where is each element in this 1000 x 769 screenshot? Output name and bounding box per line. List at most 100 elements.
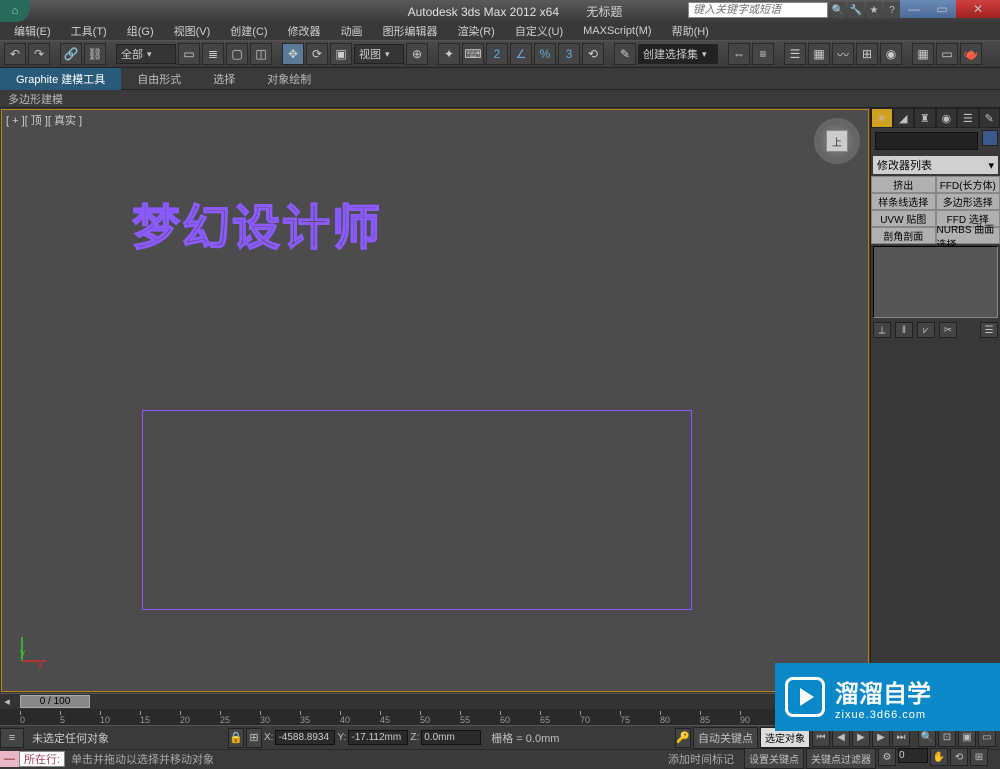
keyboard-shortcut-button[interactable]: ⌨ [462,43,484,65]
remove-modifier-button[interactable]: ✂ [939,322,957,338]
menu-modifiers[interactable]: 修改器 [278,21,331,41]
viewport[interactable]: [ + ][ 顶 ][ 真实 ] 上 梦幻设计师 y x [1,109,869,692]
display-tab[interactable]: ☰ [957,108,979,128]
app-icon[interactable]: ⌂ [0,0,30,22]
play-button[interactable]: ▶ [852,729,870,747]
curve-editor-button[interactable]: 〰 [832,43,854,65]
modify-tab[interactable]: ◢ [893,108,915,128]
goto-end-button[interactable]: ⏭ [892,729,910,747]
layer-manager-button[interactable]: ☰ [784,43,806,65]
viewcube-face[interactable]: 上 [826,130,848,152]
menu-tools[interactable]: 工具(T) [61,21,117,41]
ribbon-tab-paint[interactable]: 对象绘制 [251,68,327,90]
window-crossing-button[interactable]: ◫ [250,43,272,65]
frame-slider-thumb[interactable]: 0 / 100 [20,695,90,708]
zoom-extents-button[interactable]: ▣ [958,729,976,747]
create-tab[interactable]: ✳ [871,108,893,128]
add-time-tag[interactable]: 添加时间标记 [662,751,740,767]
zoom-region-button[interactable]: ▭ [978,729,996,747]
named-selection-dropdown[interactable]: 创建选择集 [638,44,718,64]
edit-named-sel-button[interactable]: ✎ [614,43,636,65]
menu-views[interactable]: 视图(V) [164,21,221,41]
make-unique-button[interactable]: ⩗ [917,322,935,338]
search-binoculars-icon[interactable]: 🔍 [830,2,846,18]
modifier-list-dropdown[interactable]: 修改器列表 [873,156,998,174]
object-color-swatch[interactable] [982,130,998,146]
select-object-button[interactable]: ▭ [178,43,200,65]
help-icon[interactable]: ? [884,2,900,18]
maxscript-mini-listener-icon[interactable]: ≡ [0,728,24,748]
goto-start-button[interactable]: ⏮ [812,729,830,747]
pin-stack-button[interactable]: ⟂ [873,322,891,338]
object-name-field[interactable] [875,132,978,150]
rendered-frame-button[interactable]: ▭ [936,43,958,65]
menu-animation[interactable]: 动画 [331,21,373,41]
mirror-button[interactable]: ⇔ [728,43,750,65]
pan-view-button[interactable]: ✋ [930,748,948,766]
menu-create[interactable]: 创建(C) [220,21,277,41]
menu-edit[interactable]: 编辑(E) [4,21,61,41]
manipulate-button[interactable]: ✦ [438,43,460,65]
maxscript-listener[interactable]: — 所在行: [0,751,65,767]
ribbon-tab-selection[interactable]: 选择 [197,68,251,90]
unlink-button[interactable]: ⛓ [84,43,106,65]
material-editor-button[interactable]: ◉ [880,43,902,65]
key-icon[interactable]: 🔑 [675,728,691,748]
orbit-view-button[interactable]: ⟲ [950,748,968,766]
tool-wrench-icon[interactable]: 🔧 [848,2,864,18]
minimize-button[interactable]: — [900,0,928,18]
menu-customize[interactable]: 自定义(U) [505,21,573,41]
viewport-label[interactable]: [ + ][ 顶 ][ 真实 ] [6,112,82,128]
select-rotate-button[interactable]: ⟳ [306,43,328,65]
mod-nurbs-surf-select[interactable]: NURBS 曲面选择 [936,227,1000,244]
search-input[interactable] [688,2,828,18]
z-input[interactable] [421,730,481,745]
next-frame-button[interactable]: ▶ [872,729,890,747]
menu-group[interactable]: 组(G) [117,21,164,41]
y-input[interactable] [348,730,408,745]
menu-rendering[interactable]: 渲染(R) [448,21,505,41]
x-input[interactable] [275,730,335,745]
snap-2d-button[interactable]: 2 [486,43,508,65]
viewcube[interactable]: 上 [814,118,860,164]
star-icon[interactable]: ★ [866,2,882,18]
select-region-button[interactable]: ▢ [226,43,248,65]
snap-3d-button[interactable]: 3 [558,43,580,65]
mod-poly-select[interactable]: 多边形选择 [936,193,1000,210]
utilities-tab[interactable]: ✎ [979,108,1000,128]
select-move-button[interactable]: ✥ [282,43,304,65]
show-end-result-button[interactable]: ‖ [895,322,913,338]
mod-uvw-map[interactable]: UVW 贴图 [871,210,936,227]
max-viewport-button[interactable]: ⊞ [970,748,988,766]
zoom-button[interactable]: 🔍 [918,729,936,747]
menu-maxscript[interactable]: MAXScript(M) [573,23,661,39]
close-button[interactable]: ✕ [956,0,1000,18]
key-filters-button[interactable]: 关键点过滤器 [806,748,876,769]
text-shape-object[interactable] [142,410,692,610]
graphite-ribbon-button[interactable]: ▦ [808,43,830,65]
auto-key-button[interactable]: 自动关键点 [693,727,758,749]
snap-percent-button[interactable]: % [534,43,556,65]
selection-filter-dropdown[interactable]: 全部 [116,44,176,64]
select-by-name-button[interactable]: ≣ [202,43,224,65]
undo-button[interactable]: ↶ [4,43,26,65]
snap-angle-button[interactable]: ∠ [510,43,532,65]
mod-extrude[interactable]: 挤出 [871,176,936,193]
configure-sets-button[interactable]: ☰ [980,322,998,338]
hierarchy-tab[interactable]: ♜ [914,108,936,128]
mod-bevel-profile[interactable]: 剖角剖面 [871,227,936,244]
align-button[interactable]: ≡ [752,43,774,65]
zoom-all-button[interactable]: ⊡ [938,729,956,747]
ref-coord-dropdown[interactable]: 视图 [354,44,404,64]
lock-selection-icon[interactable]: 🔒 [228,728,244,748]
modifier-stack[interactable] [873,246,998,318]
link-button[interactable]: 🔗 [60,43,82,65]
time-config-button[interactable]: ⚙ [878,748,896,766]
mod-spline-select[interactable]: 样条线选择 [871,193,936,210]
absolute-mode-icon[interactable]: ⊞ [246,728,262,748]
render-setup-button[interactable]: ▦ [912,43,934,65]
redo-button[interactable]: ↷ [28,43,50,65]
ribbon-tab-graphite[interactable]: Graphite 建模工具 [0,68,121,90]
ribbon-tab-freeform[interactable]: 自由形式 [121,68,197,90]
menu-graph-editors[interactable]: 图形编辑器 [373,21,448,41]
